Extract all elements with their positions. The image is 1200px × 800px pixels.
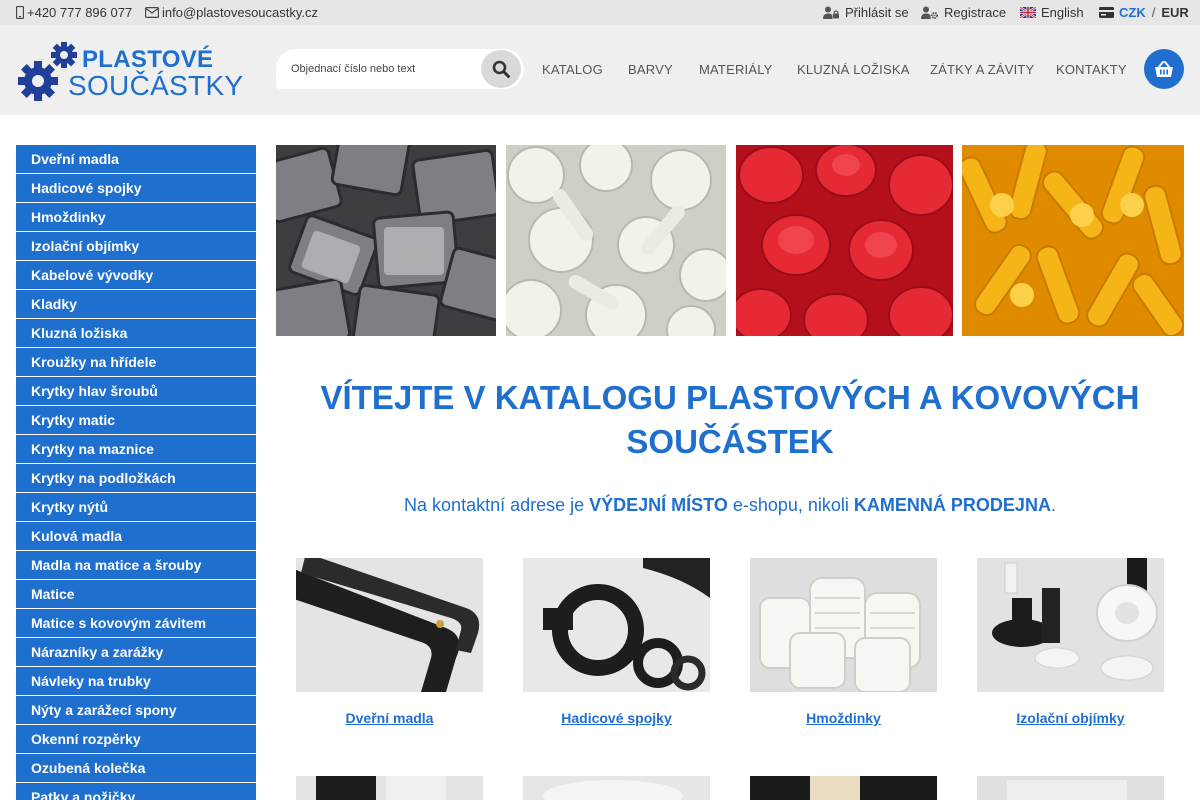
sidebar-item-madla-na-matice[interactable]: Madla na matice a šrouby — [16, 551, 256, 579]
user-lock-icon — [823, 6, 839, 19]
site-logo[interactable]: PLASTOVÉ SOUČÁSTKY — [16, 41, 243, 101]
sidebar-item-patky-a-nozicky[interactable]: Patky a nožičky — [16, 783, 256, 800]
currency-eur[interactable]: EUR — [1161, 0, 1188, 25]
register-label: Registrace — [944, 5, 1007, 20]
sidebar-item-matice-s-kovovym-zavitem[interactable]: Matice s kovovým závitem — [16, 609, 256, 637]
subtitle-text-3: . — [1050, 495, 1056, 515]
category-link-hadicove-spojky[interactable]: Hadicové spojky — [523, 710, 710, 726]
phone-icon — [16, 6, 24, 19]
category-card-row2-1[interactable] — [296, 776, 483, 800]
category-card-izolacni-objimky[interactable]: Izolační objímky — [977, 558, 1164, 726]
sidebar-item-navleky-na-trubky[interactable]: Návleky na trubky — [16, 667, 256, 695]
category-image-door-handles[interactable] — [296, 558, 483, 692]
login-link[interactable]: Přihlásit se — [823, 0, 909, 25]
category-image-row2-3[interactable] — [750, 776, 937, 800]
cart-button[interactable] — [1144, 49, 1184, 89]
sidebar-item-krytky-na-maznice[interactable]: Krytky na maznice — [16, 435, 256, 463]
banner-image-yellow-rivets — [962, 145, 1184, 336]
banner-image-white-clips — [506, 145, 726, 336]
sidebar-item-krytky-nytu[interactable]: Krytky nýtů — [16, 493, 256, 521]
category-card-row2-3[interactable] — [750, 776, 937, 800]
phone-contact[interactable]: +420 777 896 077 — [16, 0, 132, 25]
uk-flag-icon — [1020, 7, 1036, 18]
language-label: English — [1041, 5, 1084, 20]
login-label: Přihlásit se — [845, 5, 909, 20]
currency-switch: CZK / EUR — [1099, 0, 1189, 25]
site-header: PLASTOVÉ SOUČÁSTKY KATALOG BARVY MATERIÁ… — [0, 25, 1200, 115]
sidebar-item-kluzna-loziska[interactable]: Kluzná ložiska — [16, 319, 256, 347]
category-card-row2-2[interactable] — [523, 776, 710, 800]
sidebar-item-hmozdinky[interactable]: Hmoždinky — [16, 203, 256, 231]
search-input[interactable] — [276, 49, 476, 89]
subtitle-bold-1: VÝDEJNÍ MÍSTO — [589, 495, 728, 515]
sidebar-item-okenni-rozperky[interactable]: Okenní rozpěrky — [16, 725, 256, 753]
category-card-hadicove-spojky[interactable]: Hadicové spojky — [523, 558, 710, 726]
email-contact[interactable]: info@plastovesoucastky.cz — [145, 0, 318, 25]
category-image-row2-2[interactable] — [523, 776, 710, 800]
subtitle-text-1: Na kontaktní adrese je — [404, 495, 590, 515]
sidebar-item-kulova-madla[interactable]: Kulová madla — [16, 522, 256, 550]
sidebar-item-krytky-na-podlozkach[interactable]: Krytky na podložkách — [16, 464, 256, 492]
page-title: VÍTEJTE V KATALOGU PLASTOVÝCH A KOVOVÝCH… — [320, 379, 1140, 460]
sidebar-item-nyty-a-zarazeci-spony[interactable]: Nýty a zarážecí spony — [16, 696, 256, 724]
category-image-insulating-sleeves[interactable] — [977, 558, 1164, 692]
user-gear-icon — [921, 6, 938, 19]
sidebar-item-hadicove-spojky[interactable]: Hadicové spojky — [16, 174, 256, 202]
category-card-hmozdinky[interactable]: Hmoždinky — [750, 558, 937, 726]
sidebar-item-krytky-matic[interactable]: Krytky matic — [16, 406, 256, 434]
credit-card-icon — [1099, 7, 1114, 18]
nav-zatky-a-zavity[interactable]: ZÁTKY A ZÁVITY — [930, 62, 1034, 77]
nav-kontakty[interactable]: KONTAKTY — [1056, 62, 1127, 77]
sidebar-item-kabelove-vyvodky[interactable]: Kabelové vývodky — [16, 261, 256, 289]
nav-katalog[interactable]: KATALOG — [542, 62, 603, 77]
category-card-row2-4[interactable] — [977, 776, 1164, 800]
subtitle-bold-2: KAMENNÁ PRODEJNA — [853, 495, 1051, 515]
language-switch[interactable]: English — [1020, 0, 1084, 25]
sidebar-item-narazniky-a-zarazky[interactable]: Nárazníky a zarážky — [16, 638, 256, 666]
sidebar-item-matice[interactable]: Matice — [16, 580, 256, 608]
category-image-hose-clamps[interactable] — [523, 558, 710, 692]
category-card-dverni-madla[interactable]: Dveřní madla — [296, 558, 483, 726]
sidebar-item-dverni-madla[interactable]: Dveřní madla — [16, 145, 256, 173]
category-image-row2-1[interactable] — [296, 776, 483, 800]
top-bar: +420 777 896 077 info@plastovesoucastky.… — [0, 0, 1200, 25]
category-sidebar: Dveřní madla Hadicové spojky Hmoždinky I… — [16, 145, 256, 800]
logo-text-line2: SOUČÁSTKY — [68, 70, 244, 101]
nav-materialy[interactable]: MATERIÁLY — [699, 62, 773, 77]
category-image-row2-4[interactable] — [977, 776, 1164, 800]
subtitle-text-2: e-shopu, nikoli — [727, 495, 854, 515]
search-box — [276, 49, 524, 89]
category-link-izolacni-objimky[interactable]: Izolační objímky — [977, 710, 1164, 726]
category-image-wall-plugs[interactable] — [750, 558, 937, 692]
sidebar-item-krouzky-na-hridele[interactable]: Kroužky na hřídele — [16, 348, 256, 376]
sidebar-item-krytky-hlav-sroubu[interactable]: Krytky hlav šroubů — [16, 377, 256, 405]
currency-separator: / — [1151, 5, 1156, 20]
search-icon — [492, 60, 510, 78]
search-button[interactable] — [481, 50, 521, 88]
sidebar-item-kladky[interactable]: Kladky — [16, 290, 256, 318]
page-subtitle: Na kontaktní adrese je VÝDEJNÍ MÍSTO e-s… — [276, 494, 1184, 516]
sidebar-item-ozubena-kolecka[interactable]: Ozubená kolečka — [16, 754, 256, 782]
banner-image-red-caps — [736, 145, 953, 336]
nav-kluzna-loziska[interactable]: KLUZNÁ LOŽISKA — [797, 62, 910, 77]
nav-barvy[interactable]: BARVY — [628, 62, 673, 77]
email-address: info@plastovesoucastky.cz — [162, 5, 319, 20]
envelope-icon — [145, 7, 159, 18]
basket-icon — [1155, 60, 1173, 77]
register-link[interactable]: Registrace — [921, 0, 1006, 25]
banner-image-grey-plugs — [276, 145, 496, 336]
sidebar-item-izolacni-objimky[interactable]: Izolační objímky — [16, 232, 256, 260]
category-link-hmozdinky[interactable]: Hmoždinky — [750, 710, 937, 726]
phone-number: +420 777 896 077 — [27, 5, 133, 20]
currency-czk[interactable]: CZK — [1119, 0, 1146, 25]
category-link-dverni-madla[interactable]: Dveřní madla — [296, 710, 483, 726]
